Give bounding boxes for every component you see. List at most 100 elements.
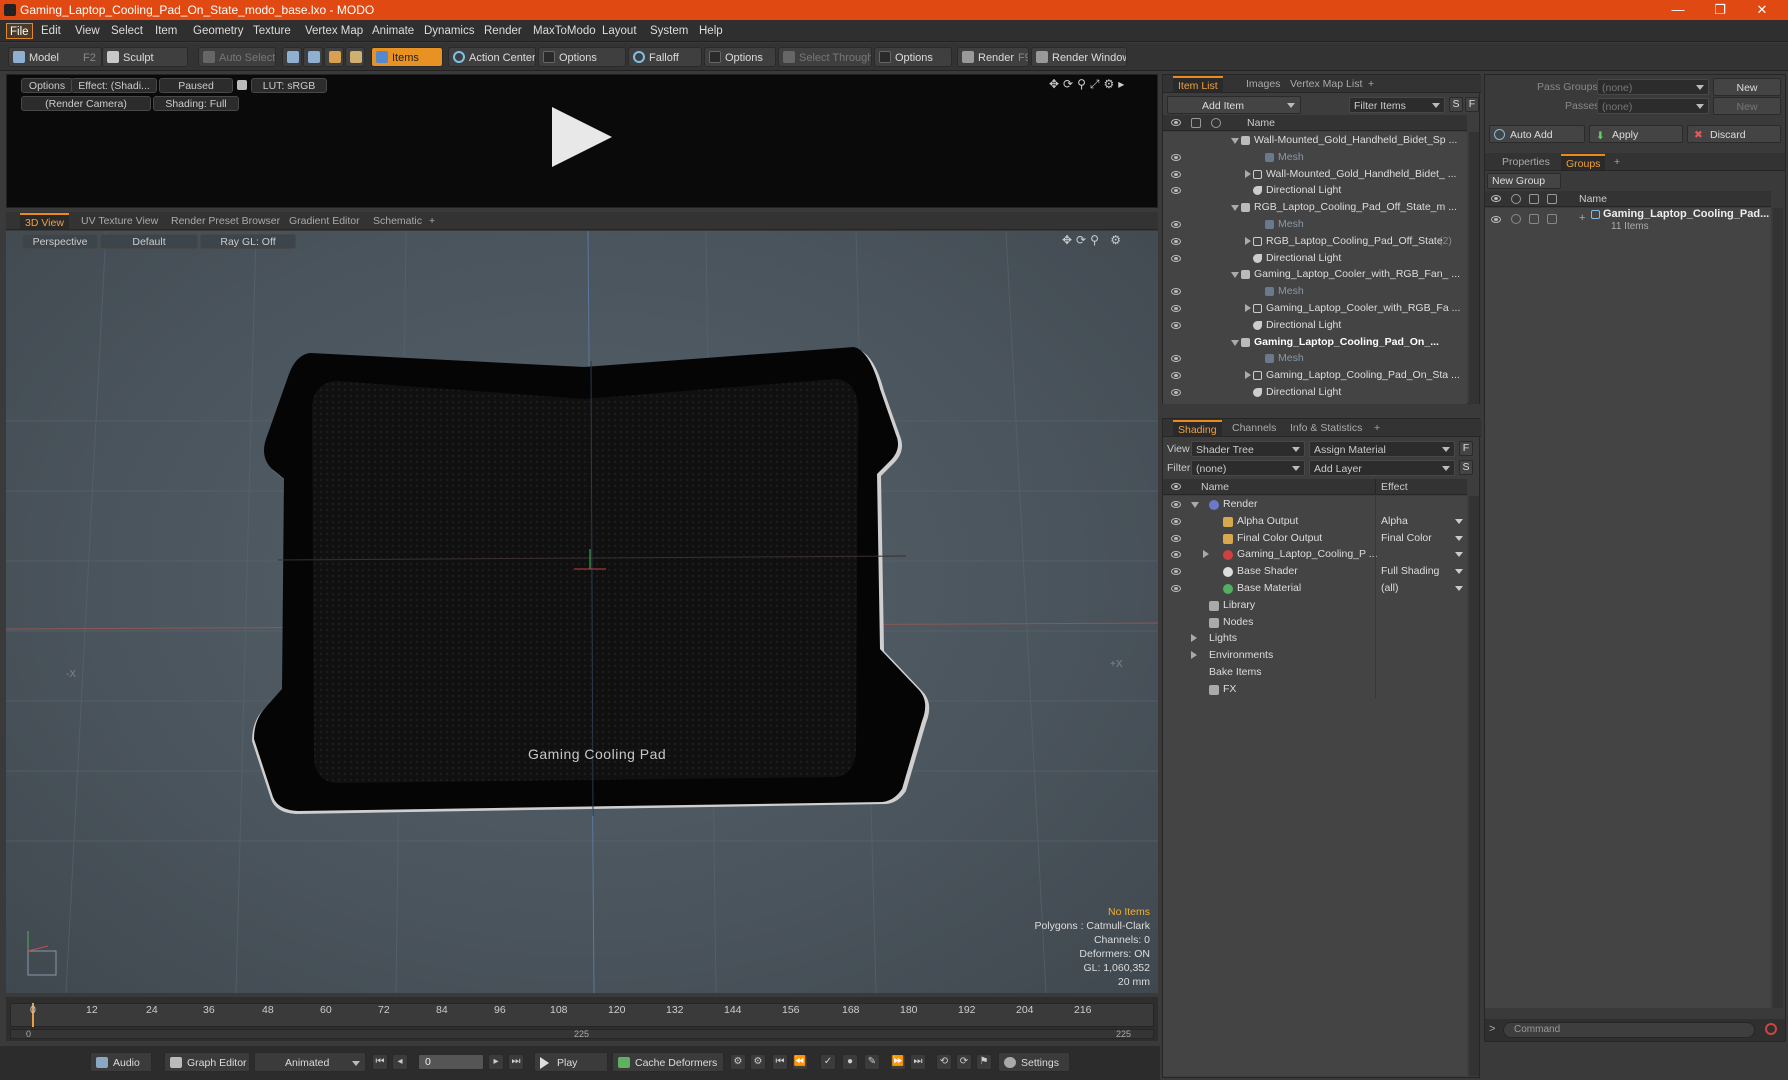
delete-key-icon[interactable]: ✎ — [864, 1054, 880, 1070]
chevron-down-icon[interactable] — [1455, 569, 1463, 575]
tab-images[interactable]: Images — [1241, 76, 1285, 92]
add-item-dropdown[interactable]: Add Item — [1167, 96, 1301, 114]
visibility-eye-icon[interactable] — [1171, 170, 1181, 178]
shader-tree-row[interactable]: Final Color Output Final Color — [1163, 529, 1467, 547]
collapse-arrow-icon[interactable] — [1231, 272, 1239, 279]
ghost-icon[interactable]: ⚑ — [976, 1054, 992, 1070]
visibility-eye-icon[interactable] — [1171, 237, 1181, 245]
next-key-icon[interactable]: ▸ — [488, 1054, 504, 1070]
preview-view-controls[interactable]: ✥⟳⚲⤢⚙▸ — [1049, 77, 1128, 92]
effect-dropdown[interactable]: Effect: (Shadi... — [71, 78, 157, 93]
menu-texture[interactable]: Texture — [250, 23, 294, 39]
restore-button[interactable]: ❐ — [1700, 0, 1740, 20]
materials-mode-button[interactable] — [345, 47, 365, 67]
visibility-eye-icon[interactable] — [1171, 568, 1181, 576]
menu-view[interactable]: View — [72, 23, 103, 39]
collapse-arrow-icon[interactable] — [1231, 138, 1239, 144]
visibility-eye-icon[interactable] — [1171, 288, 1181, 296]
select-toggle-icon[interactable] — [1547, 214, 1557, 224]
filter-items-input[interactable]: Filter Items — [1349, 97, 1445, 113]
add-tab-button[interactable]: + — [424, 213, 440, 229]
shader-tree-row[interactable]: Base Shader Full Shading — [1163, 563, 1467, 581]
default-style-dropdown[interactable]: Default — [100, 234, 198, 249]
menu-edit[interactable]: Edit — [38, 23, 64, 39]
shader-tree-row[interactable]: Alpha Output Alpha — [1163, 512, 1467, 530]
tab-channels[interactable]: Channels — [1227, 420, 1281, 436]
edges-mode-button[interactable] — [303, 47, 323, 67]
filter-s-button[interactable]: S — [1449, 97, 1463, 112]
render-toggle-icon[interactable] — [1511, 214, 1521, 224]
chevron-down-icon[interactable] — [1455, 518, 1463, 524]
key-prev-icon[interactable]: ⏪ — [792, 1054, 808, 1070]
tab-shading[interactable]: Shading — [1173, 420, 1222, 436]
chevron-down-icon[interactable] — [1455, 586, 1463, 591]
item-list-row[interactable]: Directional Light — [1163, 182, 1467, 199]
item-list-row[interactable]: Gaming_Laptop_Cooler_with_RGB_Fan_ ... — [1163, 266, 1467, 283]
auto-select-button[interactable]: Auto Select — [198, 47, 276, 67]
tab-gradient-editor[interactable]: Gradient Editor — [284, 213, 365, 229]
shader-tree-row[interactable]: Nodes — [1163, 613, 1467, 631]
menu-vertex-map[interactable]: Vertex Map — [302, 23, 366, 39]
lut-dropdown[interactable]: LUT: sRGB — [251, 78, 327, 93]
group-row[interactable]: + Gaming_Laptop_Cooling_Pad... 11 Items — [1485, 208, 1771, 238]
shading-f-button[interactable]: F — [1459, 441, 1473, 456]
action-center-button[interactable]: Action Center — [448, 47, 536, 67]
menu-render[interactable]: Render — [481, 23, 525, 39]
assign-material-dropdown[interactable]: Assign Material — [1309, 441, 1455, 457]
items-mode-button[interactable]: Items — [371, 47, 443, 67]
tab-info-statistics[interactable]: Info & Statistics — [1285, 420, 1367, 436]
expand-arrow-icon[interactable] — [1203, 550, 1209, 559]
shader-tree-row[interactable]: Bake Items — [1163, 664, 1467, 681]
minimize-button[interactable]: — — [1658, 0, 1698, 20]
item-list-row[interactable]: Gaming_Laptop_Cooling_Pad_On_... — [1163, 334, 1467, 351]
tab-item-list[interactable]: Item List — [1173, 76, 1223, 92]
passes-dropdown[interactable]: (none) — [1597, 98, 1709, 114]
visibility-eye-icon[interactable] — [1171, 305, 1181, 312]
visibility-eye-icon[interactable] — [1171, 153, 1181, 161]
play-button[interactable]: Play — [534, 1052, 608, 1072]
sync-icon[interactable]: ⟳ — [956, 1054, 972, 1070]
shading-s-button[interactable]: S — [1459, 460, 1473, 475]
ray-gl-dropdown[interactable]: Ray GL: Off — [200, 234, 296, 249]
visibility-eye-icon[interactable] — [1171, 534, 1181, 542]
auto-add-button[interactable]: Auto Add — [1489, 125, 1585, 143]
tab-properties[interactable]: Properties — [1497, 154, 1555, 170]
item-list-row[interactable]: Gaming_Laptop_Cooler_with_RGB_Fa ... — [1163, 300, 1467, 317]
item-list-row[interactable]: RGB_Laptop_Cooling_Pad_Off_State (2) — [1163, 233, 1467, 250]
menu-system[interactable]: System — [647, 23, 691, 39]
menu-animate[interactable]: Animate — [369, 23, 417, 39]
apply-button[interactable]: ⬇ Apply — [1589, 125, 1683, 143]
polygons-mode-button[interactable] — [324, 47, 344, 67]
settings-button[interactable]: Settings — [998, 1052, 1070, 1072]
effect-value[interactable]: Final Color — [1381, 530, 1432, 547]
discard-button[interactable]: ✖ Discard — [1687, 125, 1781, 143]
item-list-row[interactable]: Directional Light — [1163, 317, 1467, 334]
effect-value[interactable]: (all) — [1381, 580, 1399, 597]
menu-maxtomodo[interactable]: MaxToModo — [530, 23, 599, 39]
visibility-eye-icon[interactable] — [1171, 372, 1181, 380]
menu-layout[interactable]: Layout — [599, 23, 640, 39]
menu-item[interactable]: Item — [152, 23, 180, 39]
select-through-options-button[interactable]: Options — [874, 47, 952, 67]
menu-select[interactable]: Select — [108, 23, 146, 39]
action-center-options-button[interactable]: Options — [538, 47, 626, 67]
visibility-eye-icon[interactable] — [1171, 585, 1181, 592]
go-to-end-icon[interactable]: ⏭ — [508, 1054, 524, 1070]
perspective-dropdown[interactable]: Perspective — [22, 234, 98, 249]
filter-f-button[interactable]: F — [1465, 97, 1479, 112]
sculpt-mode-button[interactable]: Sculpt — [102, 47, 188, 67]
effect-value[interactable]: Full Shading — [1381, 563, 1439, 580]
filter-dropdown[interactable]: (none) — [1191, 460, 1305, 476]
item-list-scrollbar[interactable] — [1469, 132, 1479, 404]
expand-arrow-icon[interactable] — [1245, 236, 1251, 245]
key-last-icon[interactable]: ⏭ — [910, 1054, 926, 1070]
expand-arrow-icon[interactable] — [1245, 304, 1251, 312]
expand-arrow-icon[interactable] — [1191, 634, 1197, 643]
chevron-down-icon[interactable] — [1455, 535, 1463, 541]
tab-vertex-map-list[interactable]: Vertex Map List — [1285, 76, 1367, 92]
shader-tree-row[interactable]: FX — [1163, 680, 1467, 698]
graph-editor-button[interactable]: Graph Editor — [164, 1052, 250, 1072]
item-list-row[interactable]: Mesh — [1163, 216, 1467, 233]
collapse-arrow-icon[interactable] — [1231, 339, 1239, 346]
visibility-eye-icon[interactable] — [1171, 517, 1181, 525]
